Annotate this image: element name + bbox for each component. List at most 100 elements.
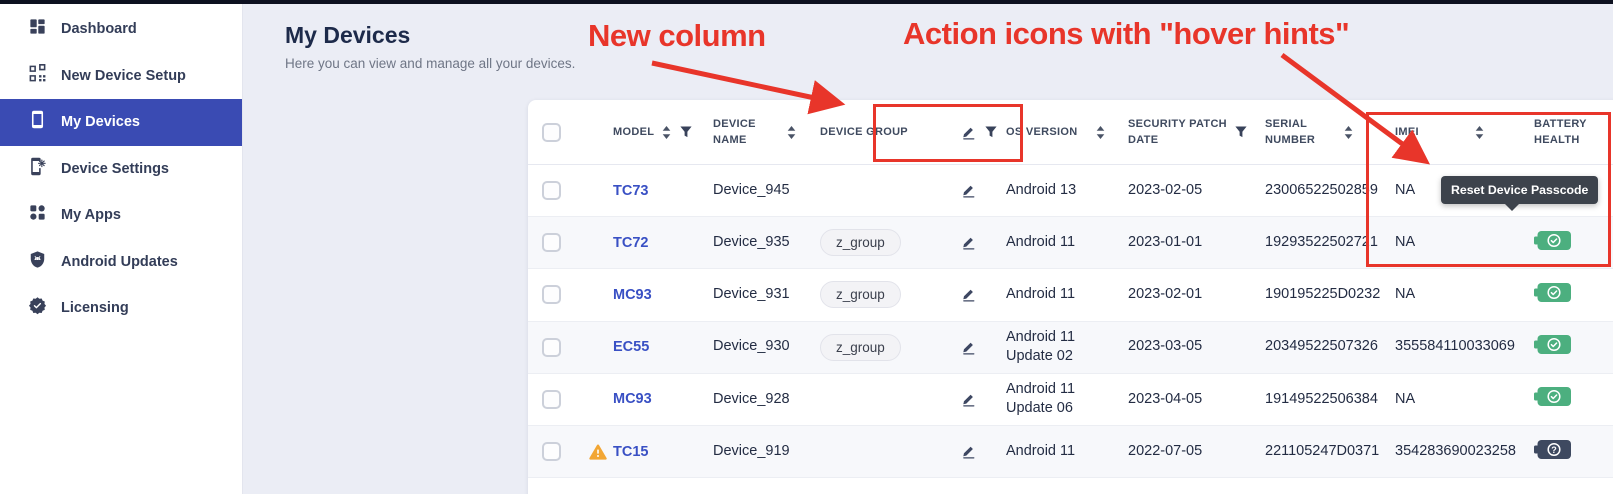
security-patch-date-cell: 2023-04-05 — [1113, 390, 1263, 410]
sort-icon[interactable] — [1096, 126, 1105, 139]
edit-pencil-icon[interactable] — [962, 287, 976, 302]
serial-number-cell: 23006522502859 — [1263, 181, 1393, 201]
row-checkbox[interactable] — [542, 442, 561, 461]
device-row-device_931: MC93Device_931z_groupAndroid 112023-02-0… — [528, 269, 1613, 321]
battery-health-cell — [1528, 231, 1603, 255]
battery-good-icon — [1534, 283, 1571, 307]
actions-cell — [1603, 386, 1613, 413]
model-link[interactable]: TC72 — [613, 235, 648, 251]
edit-pencil-icon[interactable] — [962, 235, 976, 250]
column-header-device_name: DEVICE NAME — [698, 116, 818, 149]
row-select-cell — [528, 181, 583, 200]
battery-health-cell — [1528, 335, 1603, 359]
os-version-value: Android 11 — [1006, 442, 1075, 462]
row-checkbox[interactable] — [542, 181, 561, 200]
model-link[interactable]: TC73 — [613, 183, 648, 199]
row-checkbox[interactable] — [542, 285, 561, 304]
sort-icon[interactable] — [787, 126, 796, 139]
edit-pencil-icon[interactable] — [962, 444, 976, 459]
security-patch-date-value: 2023-04-05 — [1128, 390, 1202, 410]
edit-pencil-icon[interactable] — [962, 340, 976, 355]
sidebar-item-label: My Devices — [61, 114, 140, 130]
edit-pencil-icon[interactable] — [962, 392, 976, 407]
column-header-edit — [948, 125, 998, 140]
model-link[interactable]: MC93 — [613, 391, 652, 407]
sidebar-item-label: Dashboard — [61, 21, 137, 37]
sort-icon[interactable] — [1475, 126, 1484, 139]
model-link[interactable]: EC55 — [613, 339, 649, 355]
imei-cell: 354283690023258 — [1393, 442, 1528, 462]
edit-pencil-icon[interactable] — [962, 125, 976, 140]
serial-number-value: 20349522507326 — [1265, 337, 1378, 357]
device-name-value: Device_935 — [713, 233, 790, 253]
os-version-value: Android 11 Update 06 — [1006, 380, 1075, 419]
column-header-security_patch_date: SECURITY PATCH DATE — [1113, 116, 1263, 149]
device-row-device_919: TC15Device_919Android 112022-07-05221105… — [528, 426, 1613, 478]
filter-icon[interactable] — [1235, 126, 1247, 138]
column-header-select — [528, 123, 583, 142]
edit-cell — [948, 340, 998, 355]
device-name-cell: Device_945 — [698, 181, 818, 201]
select-all-checkbox[interactable] — [542, 123, 561, 142]
battery-good-icon — [1534, 387, 1571, 411]
model-link[interactable]: MC93 — [613, 287, 652, 303]
imei-value: NA — [1395, 285, 1415, 305]
device-row-device_928: MC93Device_928Android 11 Update 062023-0… — [528, 374, 1613, 426]
column-label: BATTERY HEALTH — [1534, 116, 1598, 149]
device-name-cell: Device_935 — [698, 233, 818, 253]
serial-number-value: 221105247D0371 — [1265, 442, 1379, 462]
row-select-cell — [528, 390, 583, 409]
serial-number-cell: 190195225D0232 — [1263, 285, 1393, 305]
row-checkbox[interactable] — [542, 233, 561, 252]
sidebar-item-android-updates[interactable]: Android Updates — [0, 239, 242, 286]
row-checkbox[interactable] — [542, 338, 561, 357]
model-cell: EC55 — [583, 339, 698, 355]
security-patch-date-cell: 2023-03-05 — [1113, 337, 1263, 357]
column-header-os_version: OS VERSION — [998, 124, 1113, 141]
serial-number-cell: 19149522506384 — [1263, 390, 1393, 410]
filter-icon[interactable] — [985, 126, 997, 138]
sort-icon[interactable] — [1344, 126, 1353, 139]
edit-pencil-icon[interactable] — [962, 183, 976, 198]
serial-number-cell: 19293522502721 — [1263, 233, 1393, 253]
filter-icon[interactable] — [680, 126, 692, 138]
sidebar-item-device-settings[interactable]: Device Settings — [0, 146, 242, 193]
table-body: TC73Device_945Android 132023-02-05230065… — [528, 165, 1613, 478]
model-link[interactable]: TC15 — [613, 444, 648, 460]
model-cell: MC93 — [583, 287, 698, 303]
actions-cell — [1603, 334, 1613, 361]
column-header-imei: IMEI — [1393, 124, 1528, 141]
page-title: My Devices — [285, 22, 410, 49]
battery-health-cell: ? — [1528, 440, 1603, 464]
model-cell: TC73 — [583, 183, 698, 199]
edit-cell — [948, 183, 998, 198]
row-checkbox[interactable] — [542, 390, 561, 409]
sidebar-item-new-device-setup[interactable]: New Device Setup — [0, 53, 242, 100]
device-group-cell: z_group — [818, 229, 948, 256]
security-patch-date-cell: 2023-02-05 — [1113, 181, 1263, 201]
sidebar-item-my-apps[interactable]: My Apps — [0, 192, 242, 239]
table-header-row: MODELDEVICE NAMEDEVICE GROUPOS VERSIONSE… — [528, 100, 1613, 165]
sidebar-item-licensing[interactable]: Licensing — [0, 285, 242, 332]
page-subtitle: Here you can view and manage all your de… — [285, 56, 575, 71]
serial-number-value: 190195225D0232 — [1265, 285, 1380, 305]
svg-text:?: ? — [1551, 444, 1557, 454]
sort-icon[interactable] — [662, 126, 671, 139]
model-cell: TC72 — [583, 235, 698, 251]
battery-health-cell — [1528, 387, 1603, 411]
imei-cell: NA — [1393, 233, 1528, 253]
security-patch-date-value: 2023-03-05 — [1128, 337, 1202, 357]
device-group-cell: z_group — [818, 334, 948, 361]
sidebar-item-my-devices[interactable]: My Devices — [0, 99, 242, 146]
device-row-device_935: TC72Device_935z_groupAndroid 112023-01-0… — [528, 217, 1613, 269]
actions-cell — [1603, 177, 1613, 204]
security-patch-date-cell: 2023-01-01 — [1113, 233, 1263, 253]
battery-unknown-icon: ? — [1534, 440, 1571, 464]
sidebar-item-dashboard[interactable]: Dashboard — [0, 6, 242, 53]
verified-badge-icon — [28, 296, 47, 320]
security-patch-date-cell: 2023-02-01 — [1113, 285, 1263, 305]
os-version-cell: Android 11 — [998, 442, 1113, 462]
os-version-value: Android 11 Update 02 — [1006, 328, 1075, 367]
actions-cell — [1603, 438, 1613, 465]
imei-value: 355584110033069 — [1395, 337, 1515, 357]
